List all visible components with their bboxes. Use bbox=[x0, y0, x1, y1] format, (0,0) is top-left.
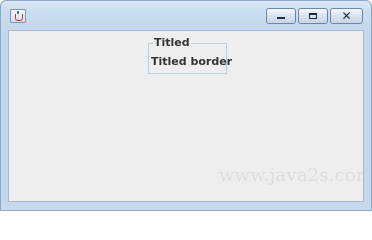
minimize-button[interactable] bbox=[266, 8, 296, 24]
titled-border-label: Titled border bbox=[151, 55, 233, 68]
title-bar[interactable]: ✕ bbox=[1, 1, 371, 29]
maximize-icon bbox=[309, 13, 317, 19]
window-bottom-frame bbox=[1, 202, 371, 210]
content-pane: Titled Titled border www.java2s.com bbox=[8, 30, 364, 202]
maximize-button[interactable] bbox=[298, 8, 328, 24]
minimize-icon bbox=[277, 17, 285, 19]
titled-border-panel: Titled Titled border bbox=[148, 36, 232, 74]
java-cup-icon[interactable] bbox=[10, 9, 26, 23]
close-icon: ✕ bbox=[341, 9, 352, 23]
watermark: www.java2s.com bbox=[219, 165, 364, 186]
close-button[interactable]: ✕ bbox=[330, 8, 363, 24]
border-title: Titled bbox=[153, 36, 191, 50]
java-cup-body bbox=[15, 14, 23, 21]
application-window: ✕ Titled Titled border www.java2s.com bbox=[0, 0, 372, 211]
